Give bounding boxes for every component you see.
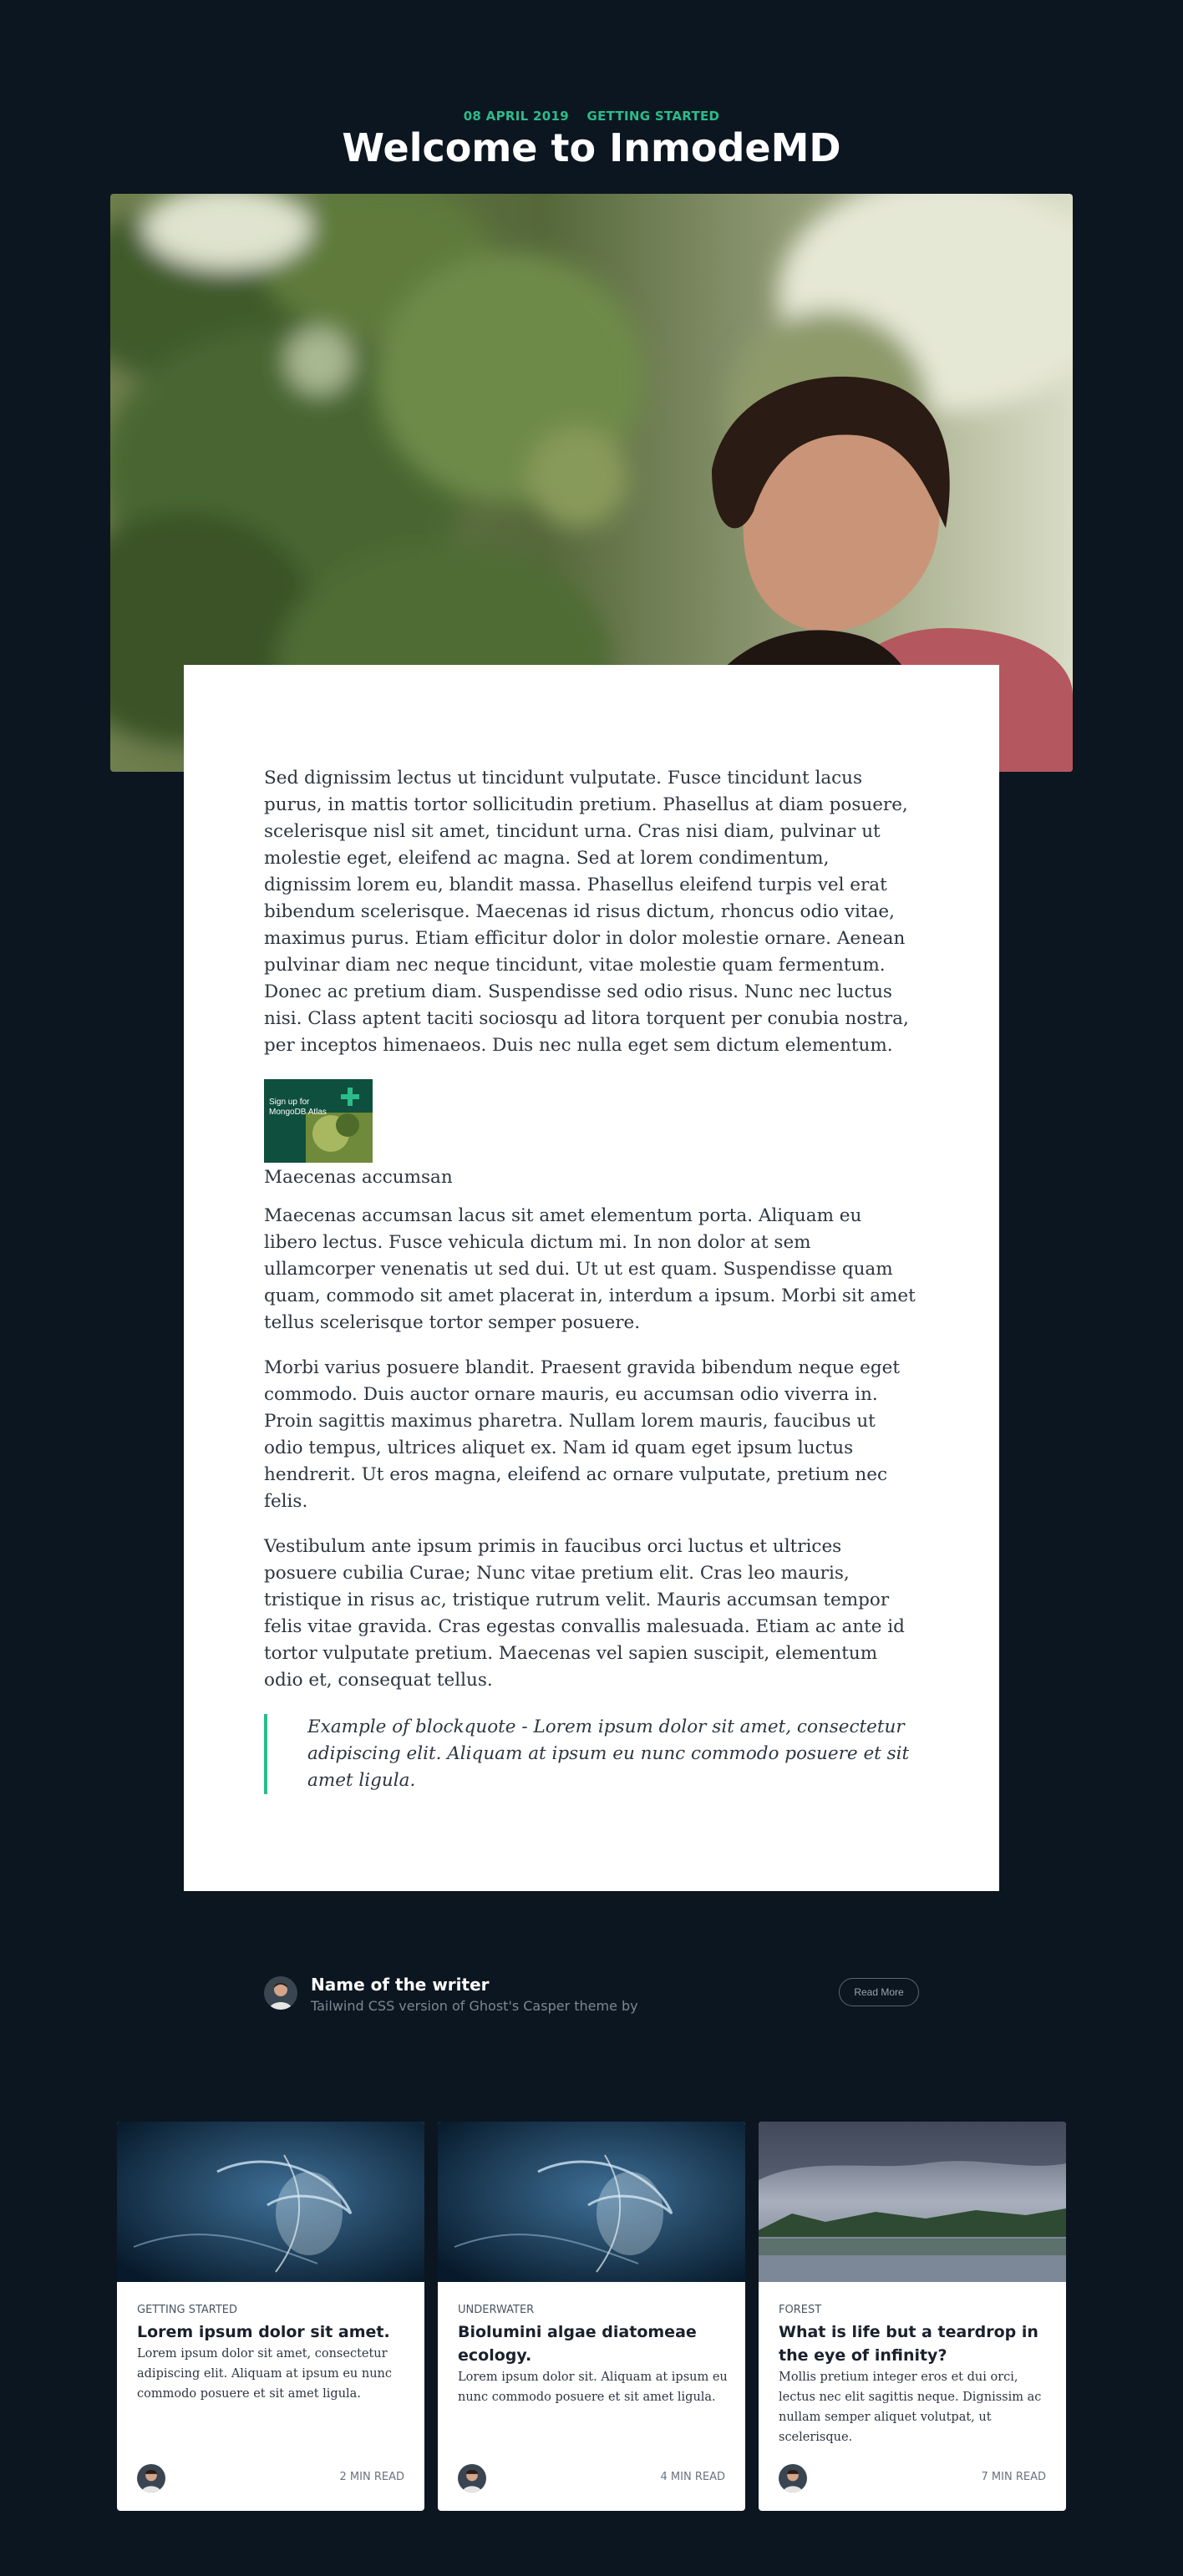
post-card[interactable]: UNDERWATER Biolumini algae diatomeae eco…	[438, 2122, 745, 2511]
article-paragraph: Morbi varius posuere blandit. Praesent g…	[264, 1357, 900, 1512]
post-card-author-avatar[interactable]	[458, 2464, 486, 2492]
post-card-title[interactable]: Lorem ipsum dolor sit amet.	[137, 2320, 413, 2344]
related-posts: GETTING STARTED Lorem ipsum dolor sit am…	[117, 2122, 1066, 2511]
article-figure-image: Sign up for MongoDB Atlas	[264, 1079, 373, 1163]
post-card[interactable]: GETTING STARTED Lorem ipsum dolor sit am…	[117, 2122, 424, 2511]
post-meta: 08 APRIL 2019 GETTING STARTED	[0, 109, 1183, 124]
post-tag-link[interactable]: GETTING STARTED	[586, 109, 719, 124]
blockquote: Example of blockquote - Lorem ipsum dolo…	[264, 1714, 919, 1794]
article-paragraph: Vestibulum ante ipsum primis in faucibus…	[264, 1536, 905, 1691]
svg-text:Sign up for: Sign up for	[269, 1098, 310, 1107]
author-bio: Tailwind CSS version of Ghost's Casper t…	[311, 1998, 638, 2014]
post-card-excerpt: Lorem ipsum dolor sit. Aliquam at ipsum …	[458, 2371, 728, 2404]
figure-caption: Maecenas accumsan	[264, 1167, 453, 1188]
post-card-read-time: 7 MIN READ	[981, 2471, 1046, 2483]
read-more-button[interactable]: Read More	[839, 1978, 919, 2006]
post-card-title[interactable]: What is life but a teardrop in the eye o…	[779, 2320, 1054, 2367]
post-card-author-avatar[interactable]	[137, 2464, 165, 2492]
author-section: Name of the writer Tailwind CSS version …	[264, 1973, 919, 2015]
post-date: 08 APRIL 2019	[463, 109, 569, 124]
post-card-author-avatar[interactable]	[779, 2464, 807, 2492]
page-title: Welcome to InmodeMD	[342, 125, 841, 170]
author-avatar[interactable]	[264, 1976, 297, 2010]
post-card-title[interactable]: Biolumini algae diatomeae ecology.	[458, 2320, 734, 2367]
post-card-excerpt: Lorem ipsum dolor sit amet, consectetur …	[137, 2347, 392, 2401]
post-card-excerpt: Mollis pretium integer eros et dui orci,…	[779, 2371, 1042, 2444]
post-card-read-time: 2 MIN READ	[339, 2471, 404, 2483]
article-paragraph: Sed dignissim lectus ut tincidunt vulput…	[264, 768, 909, 1056]
post-card-tag[interactable]: GETTING STARTED	[137, 2304, 237, 2316]
post-card-image[interactable]	[438, 2122, 745, 2282]
svg-text:MongoDB Atlas: MongoDB Atlas	[269, 1108, 327, 1117]
post-card-tag[interactable]: UNDERWATER	[458, 2304, 534, 2316]
post-card-tag[interactable]: FOREST	[779, 2304, 821, 2316]
article-body: Sed dignissim lectus ut tincidunt vulput…	[184, 665, 999, 1891]
post-card-read-time: 4 MIN READ	[660, 2471, 725, 2483]
post-card-image[interactable]	[759, 2122, 1066, 2282]
post-card[interactable]: FOREST What is life but a teardrop in th…	[759, 2122, 1066, 2511]
post-card-image[interactable]	[117, 2122, 424, 2282]
author-name[interactable]: Name of the writer	[311, 1975, 490, 1995]
article-paragraph: Maecenas accumsan lacus sit amet element…	[264, 1205, 916, 1333]
